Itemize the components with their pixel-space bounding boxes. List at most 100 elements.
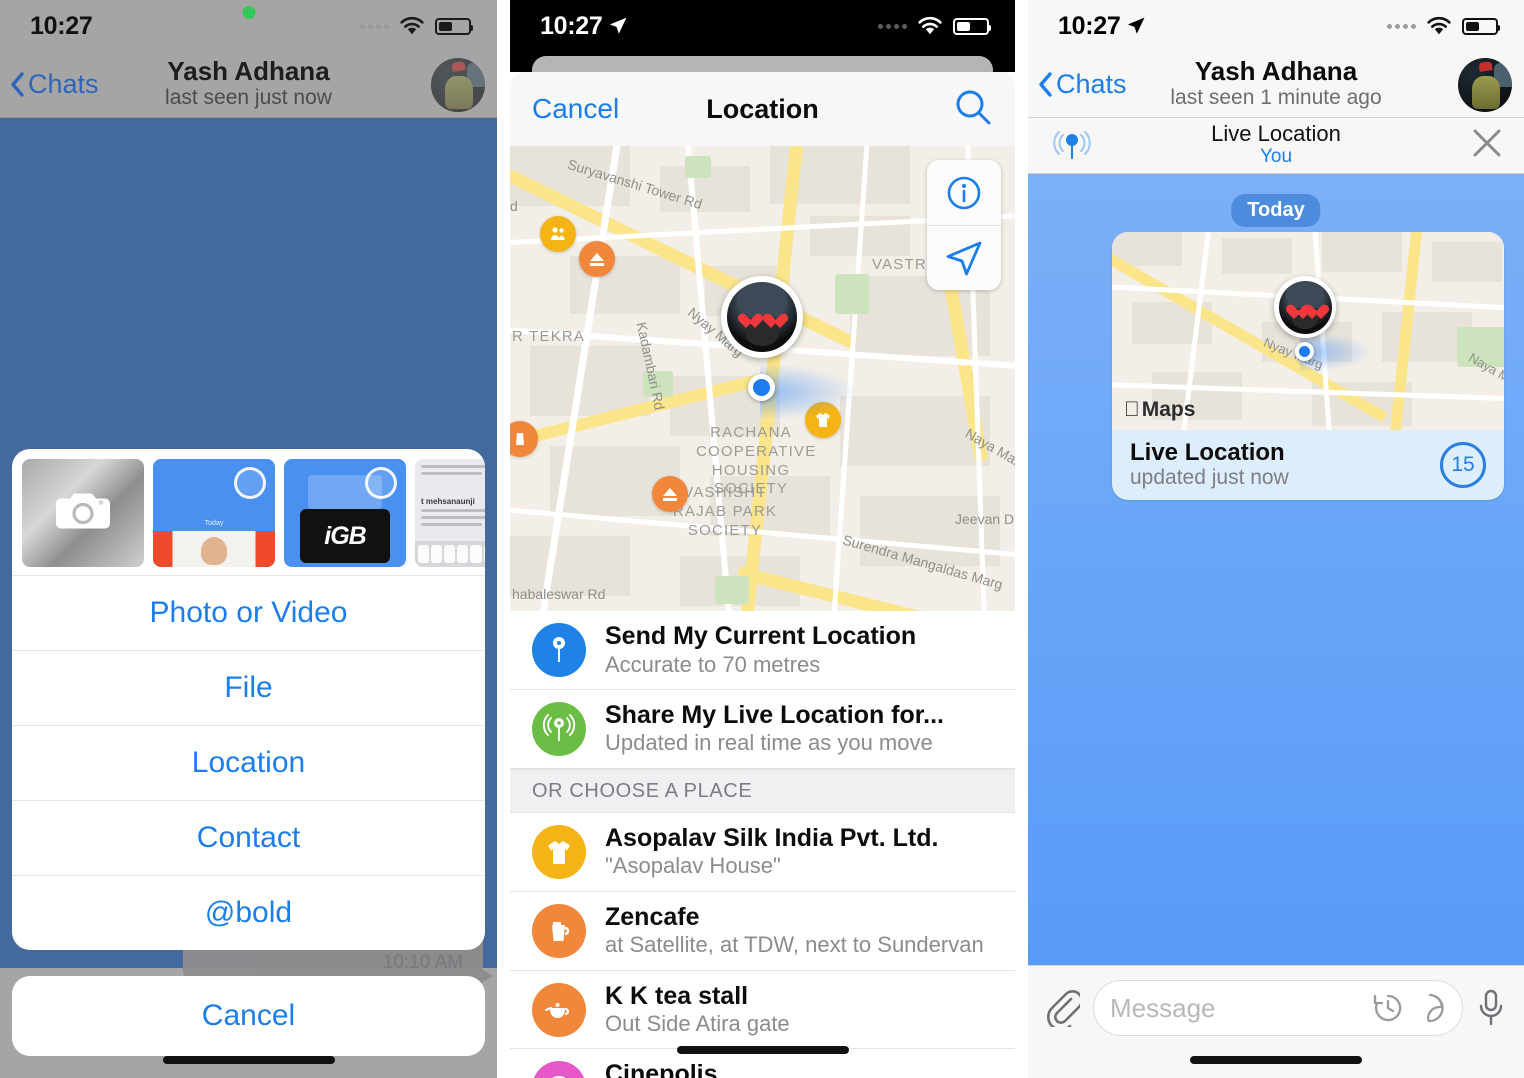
home-indicator [162,1056,335,1064]
sheet-item-file[interactable]: File [12,650,485,725]
search-icon[interactable] [953,87,993,132]
my-location-avatar [1274,276,1336,338]
list-item-subtitle: at Satellite, at TDW, next to Sundervan [605,932,984,958]
media-thumbnail-strip[interactable]: Today iGB t mehsanaunji [12,449,485,575]
sticker-icon[interactable] [1414,992,1446,1024]
cancel-button[interactable]: Cancel [532,93,619,125]
chevron-left-icon [11,72,24,97]
message-input-field[interactable]: Message [1093,980,1463,1036]
kettle-icon [532,903,586,958]
paperclip-icon[interactable] [1046,989,1080,1027]
list-item-title: K K tea stall [605,981,749,1010]
map-road-label: Jeevan Dh [955,511,1015,527]
map-poi-building-icon[interactable] [579,241,615,277]
live-banner-text: Live Location You [1028,121,1524,169]
wifi-icon [1425,16,1453,36]
status-bar-1: 10:27 [0,0,497,52]
map-area-label: R TEKRA [512,328,586,345]
message-timestamp: 10:10 AM [382,952,463,973]
status-bar-3: 10:27 [1028,0,1524,52]
contact-avatar[interactable] [431,57,485,112]
camera-icon [55,489,111,538]
signal-dots-icon [360,23,389,29]
film-reel-icon [532,1061,586,1078]
status-icons [1387,16,1500,36]
sheet-item-contact[interactable]: Contact [12,800,485,875]
status-icons [360,16,473,36]
live-countdown-badge: 15 [1440,442,1486,488]
map-view[interactable]: Suryavanshi Tower Rd Nyay Marg Kadambari… [510,146,1015,611]
map-controls [927,160,1001,290]
back-label: Chats [1056,69,1127,99]
map-road-label: d [510,198,518,214]
camera-tile[interactable] [22,459,144,567]
microphone-icon[interactable] [1476,988,1506,1028]
battery-icon [953,17,991,35]
bubble-footer: Live Location updated just now 15 [1112,430,1504,500]
back-label: Chats [28,69,99,99]
home-indicator [1190,1056,1362,1064]
signal-dots-icon [1387,23,1416,29]
live-location-message-bubble[interactable]: Nyay Marg Naya M  Maps Live Lo [1112,232,1504,500]
my-location-dot [1295,342,1314,361]
close-icon[interactable] [1470,126,1504,165]
map-poi-building2-icon[interactable] [652,476,688,512]
list-item-title: Asopalav Silk India Pvt. Ltd. [605,823,939,852]
live-location-banner[interactable]: Live Location You [1028,118,1524,174]
panel-live-location-shared: 10:27 Chats Yash Adhana last seen 1 minu… [1028,0,1524,1078]
photo-tile-1[interactable]: Today [153,459,275,567]
status-icons [878,16,991,36]
location-options-list: Send My Current Location Accurate to 70 … [510,611,1015,1078]
list-item-place[interactable]: K K tea stall Out Side Atira gate [510,971,1015,1050]
chat-nav-bar-1: Chats Yash Adhana last seen just now [0,52,497,118]
list-item-subtitle: Out Side Atira gate [605,1011,790,1037]
panel-divider [497,0,510,1078]
battery-icon [1462,17,1500,35]
list-item-place[interactable]: Zencafe at Satellite, at TDW, next to Su… [510,892,1015,971]
sheet-item-bold[interactable]: @bold [12,875,485,950]
sheet-item-photo-or-video[interactable]: Photo or Video [12,575,485,650]
attachment-action-sheet: Today iGB t mehsanaunji Photo or Video F… [12,449,485,950]
panel-divider [1015,0,1028,1078]
list-item-share-live-location[interactable]: Share My Live Location for... Updated in… [510,690,1015,769]
back-to-chats-button[interactable]: Chats [1038,69,1127,100]
tshirt-icon [532,824,586,879]
list-item-subtitle: "Asopalav House" [605,853,781,879]
list-item-subtitle: Updated in real time as you move [605,730,933,756]
teapot-icon [532,982,586,1037]
info-icon[interactable] [927,160,1001,225]
locate-icon[interactable] [927,225,1001,290]
chat-nav-bar-3: Chats Yash Adhana last seen 1 minute ago [1028,52,1524,118]
photo-tile-2[interactable]: iGB [284,459,406,567]
location-arrow-icon [1128,17,1145,34]
contact-avatar[interactable] [1458,57,1512,112]
list-item-send-current-location[interactable]: Send My Current Location Accurate to 70 … [510,611,1015,690]
self-destruct-timer-icon[interactable] [1372,992,1404,1024]
map-poi-family-icon[interactable] [540,216,576,252]
my-location-avatar[interactable] [721,276,803,358]
live-location-icon [1048,129,1096,163]
photo-tile-3[interactable]: t mehsanaunji [415,459,485,567]
chat-background-3: Today Nyay Marg Naya M Maps Live Locatio… [1028,174,1524,965]
status-bar-2: 10:27 [510,0,1015,52]
list-item-place[interactable]: Asopalav Silk India Pvt. Ltd. "Asopalav … [510,813,1015,892]
bubble-map-preview[interactable]: Nyay Marg Naya M  Maps [1112,232,1504,430]
recording-indicator-dot [242,6,255,19]
cancel-button[interactable]: Cancel [12,976,485,1056]
list-item-title: Zencafe [605,902,700,931]
list-item-subtitle: Accurate to 70 metres [605,651,821,677]
live-banner-subtitle: You [1259,146,1293,168]
my-location-dot [748,374,775,401]
location-arrow-icon [610,17,627,34]
sheet-item-location[interactable]: Location [12,725,485,800]
live-pin-icon [532,701,586,756]
status-time: 10:27 [30,11,93,40]
select-circle-icon[interactable] [234,467,266,499]
back-to-chats-button[interactable]: Chats [10,69,99,100]
list-item-title: Cinepolis [605,1060,718,1078]
bubble-title: Live Location [1130,438,1285,466]
pin-icon [532,622,586,677]
battery-icon [435,17,473,35]
bubble-subtitle: updated just now [1130,466,1289,490]
location-nav-bar: Cancel Location [510,72,1015,146]
